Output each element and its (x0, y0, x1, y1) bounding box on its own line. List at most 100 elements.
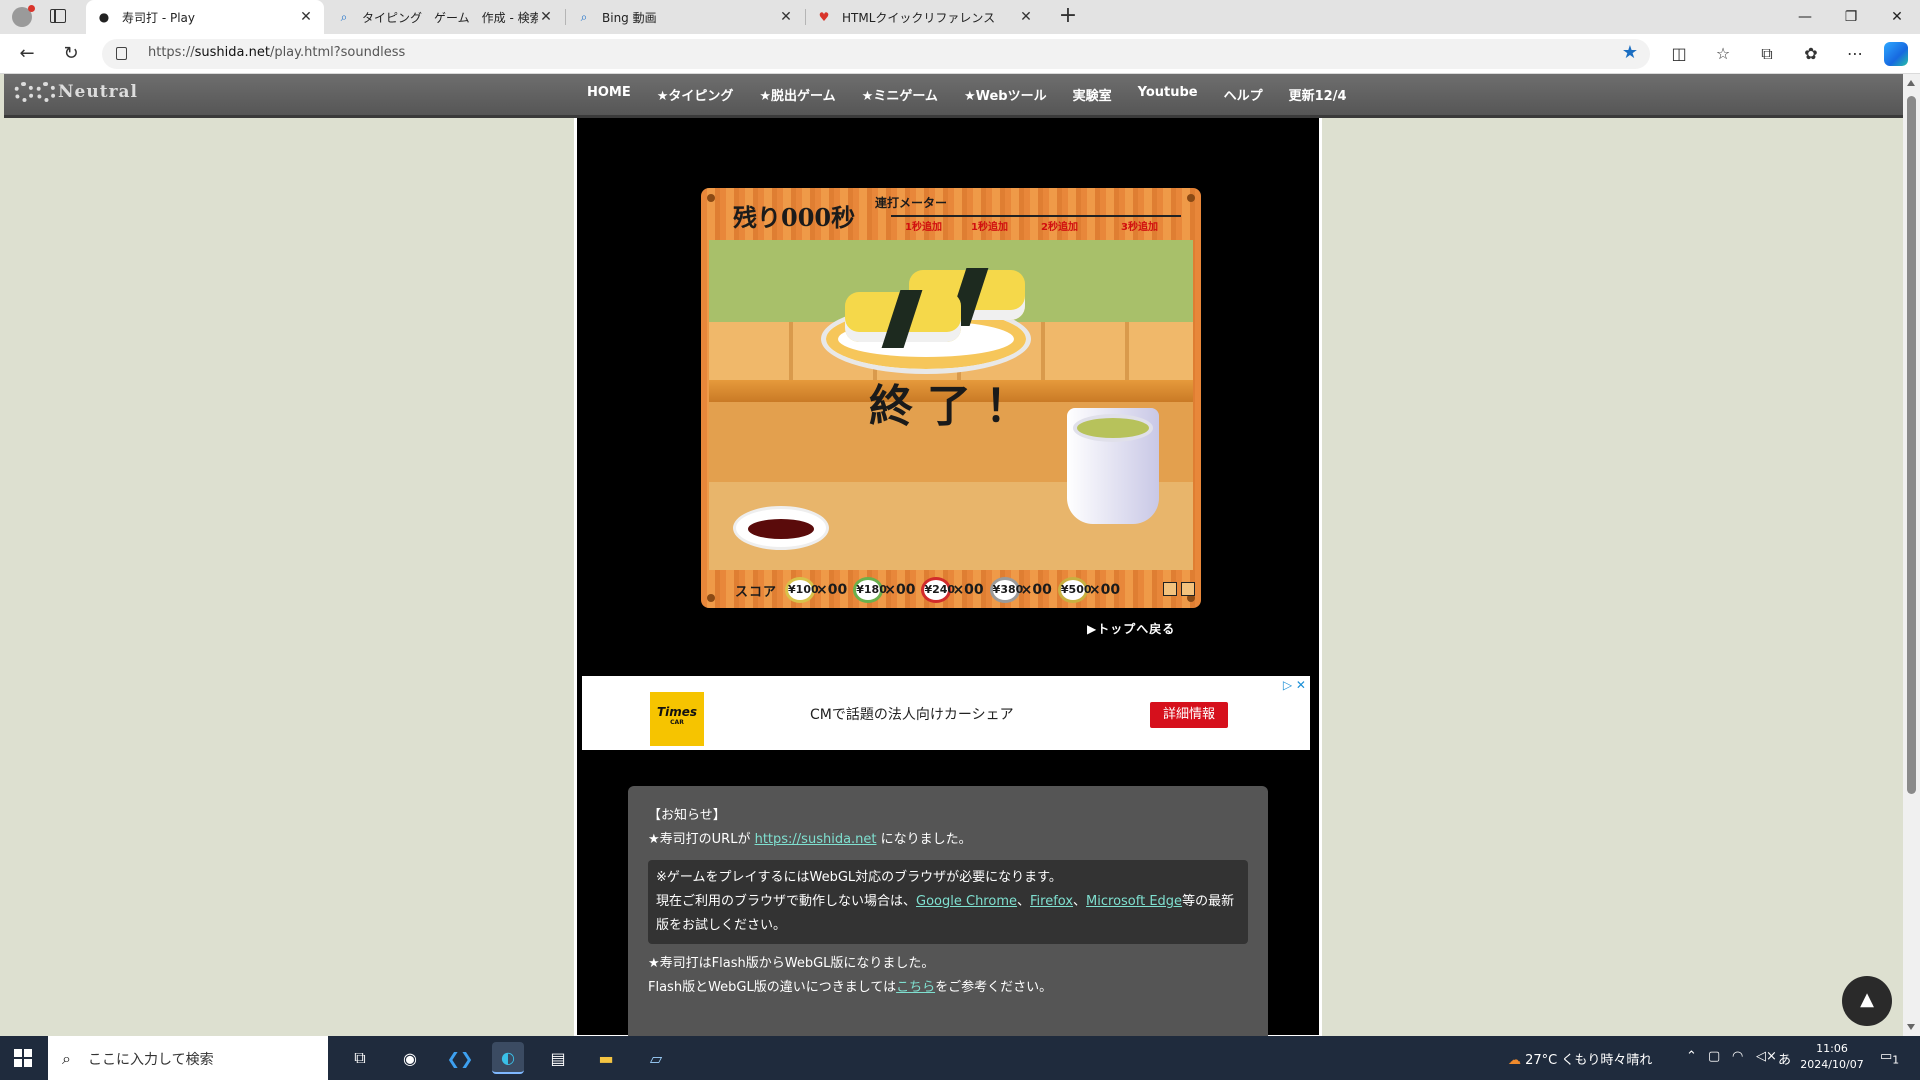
settings-icon[interactable] (1181, 582, 1195, 596)
tab-sushida-play[interactable]: ● 寿司打 - Play ✕ (86, 0, 324, 34)
chrome-icon[interactable]: ◉ (394, 1042, 426, 1074)
favorite-star-icon[interactable]: ★ (1622, 42, 1638, 63)
ime-indicator[interactable]: あ (1778, 1049, 1791, 1068)
tab-actions-icon[interactable] (50, 9, 66, 23)
search-favicon-icon: ⌕ (340, 9, 348, 24)
meter-bonus: 1秒追加 (971, 222, 1008, 233)
version-diff-link[interactable]: こちら (896, 980, 935, 995)
task-view-icon[interactable]: ⧉ (344, 1042, 376, 1074)
split-screen-icon[interactable]: ◫ (1668, 43, 1690, 65)
meter-bonus: 3秒追加 (1121, 222, 1158, 233)
soy-sauce (748, 519, 814, 539)
tab-bing-video[interactable]: ⌕ Bing 動画 ✕ (566, 0, 804, 34)
webgl-notice: ※ゲームをプレイするにはWebGL対応のブラウザが必要になります。 現在ご利用の… (648, 860, 1248, 944)
nav-home[interactable]: HOME (574, 85, 644, 104)
firefox-link[interactable]: Firefox (1030, 894, 1073, 909)
version-diff-note: Flash版とWebGL版の違いにつきましてはこちらをご参考ください。 (648, 980, 1053, 995)
edge-icon[interactable]: ◐ (492, 1042, 524, 1074)
tab-title: Bing 動画 (602, 10, 657, 25)
sushi-favicon-icon: ● (98, 10, 110, 24)
scroll-up-arrow[interactable] (1907, 80, 1915, 86)
plate-counter: ¥380 ×00 (989, 577, 1052, 603)
extensions-icon[interactable]: ✿ (1800, 43, 1822, 65)
game-over-text: 終了！ (869, 381, 1043, 432)
device-icon[interactable]: ▢ (1708, 1049, 1720, 1064)
nav-web-tools[interactable]: ★Webツール (951, 85, 1060, 104)
nav-lab[interactable]: 実験室 (1060, 85, 1125, 104)
fullscreen-icon[interactable] (1163, 582, 1177, 596)
sushida-url-link[interactable]: https://sushida.net (755, 832, 877, 847)
copilot-icon[interactable] (1884, 42, 1908, 66)
nav-typing[interactable]: ★タイピング (644, 85, 747, 104)
game-canvas[interactable]: 残り000秒 連打メーター 1秒追加 1秒追加 2秒追加 3秒追加 終了！ スコ… (701, 188, 1201, 608)
url-text[interactable]: https://sushida.net/play.html?soundless (148, 45, 405, 60)
profile-icon[interactable] (12, 5, 35, 27)
refresh-button[interactable]: ↻ (58, 41, 84, 67)
site-logo[interactable]: Neutral (14, 82, 138, 102)
scroll-thumb[interactable] (1907, 96, 1916, 794)
ad-details-button[interactable]: 詳細情報 (1150, 702, 1228, 728)
nav-updates[interactable]: 更新12/4 (1276, 85, 1360, 104)
system-clock[interactable]: 11:06 2024/10/07 (1800, 1041, 1864, 1073)
show-hidden-icons[interactable]: ⌃ (1686, 1049, 1697, 1064)
meter-bonus: 1秒追加 (905, 222, 942, 233)
nav-mini-game[interactable]: ★ミニゲーム (849, 85, 951, 104)
meter-bonus: 2秒追加 (1041, 222, 1078, 233)
ad-choices-icon[interactable]: ▷ ✕ (1283, 678, 1306, 692)
close-tab-icon[interactable]: ✕ (778, 9, 794, 25)
ad-logo[interactable]: Times CAR (650, 692, 704, 746)
tab-search[interactable]: ⌕ タイピング ゲーム 作成 - 検索 ✕ (326, 0, 564, 34)
file-explorer-icon[interactable]: ▬ (590, 1042, 622, 1074)
favorites-icon[interactable]: ☆ (1712, 43, 1734, 65)
plate-count: ×00 (816, 582, 848, 598)
webgl-requirement-text: ※ゲームをプレイするにはWebGL対応のブラウザが必要になります。 (656, 870, 1062, 885)
minimize-button[interactable]: — (1782, 0, 1828, 34)
clock-time: 11:06 (1816, 1042, 1848, 1055)
notepad-icon[interactable]: ▱ (640, 1042, 672, 1074)
more-options-icon[interactable]: ⋯ (1844, 43, 1866, 65)
restore-button[interactable]: ❐ (1828, 0, 1874, 34)
scroll-down-arrow[interactable] (1907, 1024, 1915, 1030)
back-to-top-link[interactable]: ▶トップへ戻る (1087, 620, 1175, 637)
notice-heading: 【お知らせ】 (648, 808, 726, 823)
close-tab-icon[interactable]: ✕ (1018, 9, 1034, 25)
score-bar: スコア ¥100 ×00 ¥180 ×00 ¥240 ×00 ¥380 ×00 ¥500 ×00 (701, 572, 1201, 608)
close-window-button[interactable]: ✕ (1874, 0, 1920, 34)
edge-link[interactable]: Microsoft Edge (1086, 894, 1182, 909)
lock-icon[interactable] (116, 47, 127, 60)
tea-cup (1067, 408, 1159, 524)
chrome-link[interactable]: Google Chrome (916, 894, 1017, 909)
gear-icon (14, 82, 34, 102)
notice-url-line: ★寿司打のURLが https://sushida.net になりました。 (648, 832, 972, 847)
weather-text: 27°C くもり時々晴れ (1525, 1053, 1653, 1068)
back-button[interactable]: ← (14, 41, 40, 67)
close-tab-icon[interactable]: ✕ (538, 9, 554, 25)
notification-center-icon[interactable]: ▭1 (1880, 1049, 1899, 1067)
plate-counter: ¥100 ×00 (785, 577, 847, 603)
vscode-icon[interactable]: ❮❯ (444, 1042, 476, 1074)
collections-icon[interactable]: ⧉ (1756, 43, 1778, 65)
plate-price: ¥180 (853, 577, 887, 603)
nav-youtube[interactable]: Youtube (1125, 85, 1211, 104)
close-tab-icon[interactable]: ✕ (298, 9, 314, 25)
browser-recommendation-text: 現在ご利用のブラウザで動作しない場合は、Google Chrome、Firefo… (656, 894, 1235, 933)
nav-escape-game[interactable]: ★脱出ゲーム (746, 85, 848, 104)
weather-widget[interactable]: ☁ 27°C くもり時々晴れ (1508, 1049, 1652, 1068)
new-tab-button[interactable]: + (1055, 4, 1081, 30)
scroll-to-top-button[interactable]: ▲ (1842, 976, 1892, 1026)
start-button[interactable] (14, 1049, 32, 1067)
ad-text[interactable]: CMで話題の法人向けカーシェア (810, 704, 1014, 724)
notification-count: 1 (1892, 1053, 1900, 1067)
green-tea (1073, 414, 1153, 442)
nav-help[interactable]: ヘルプ (1211, 85, 1276, 104)
taskbar-search[interactable]: ⌕ ここに入力して検索 (48, 1036, 328, 1080)
page-scrollbar[interactable] (1903, 74, 1920, 1036)
app-icon[interactable]: ▤ (542, 1042, 574, 1074)
gear-icon (36, 82, 56, 102)
tab-html-reference[interactable]: ♥ HTMLクイックリファレンス ✕ (806, 0, 1044, 34)
advertisement[interactable]: Times CAR CMで話題の法人向けカーシェア 詳細情報 ▷ ✕ (582, 676, 1310, 750)
address-bar[interactable]: https://sushida.net/play.html?soundless … (102, 39, 1650, 69)
network-icon[interactable]: ◠ (1732, 1049, 1743, 1064)
volume-muted-icon[interactable]: ◁× (1756, 1049, 1777, 1064)
tab-title: HTMLクイックリファレンス (842, 10, 996, 25)
